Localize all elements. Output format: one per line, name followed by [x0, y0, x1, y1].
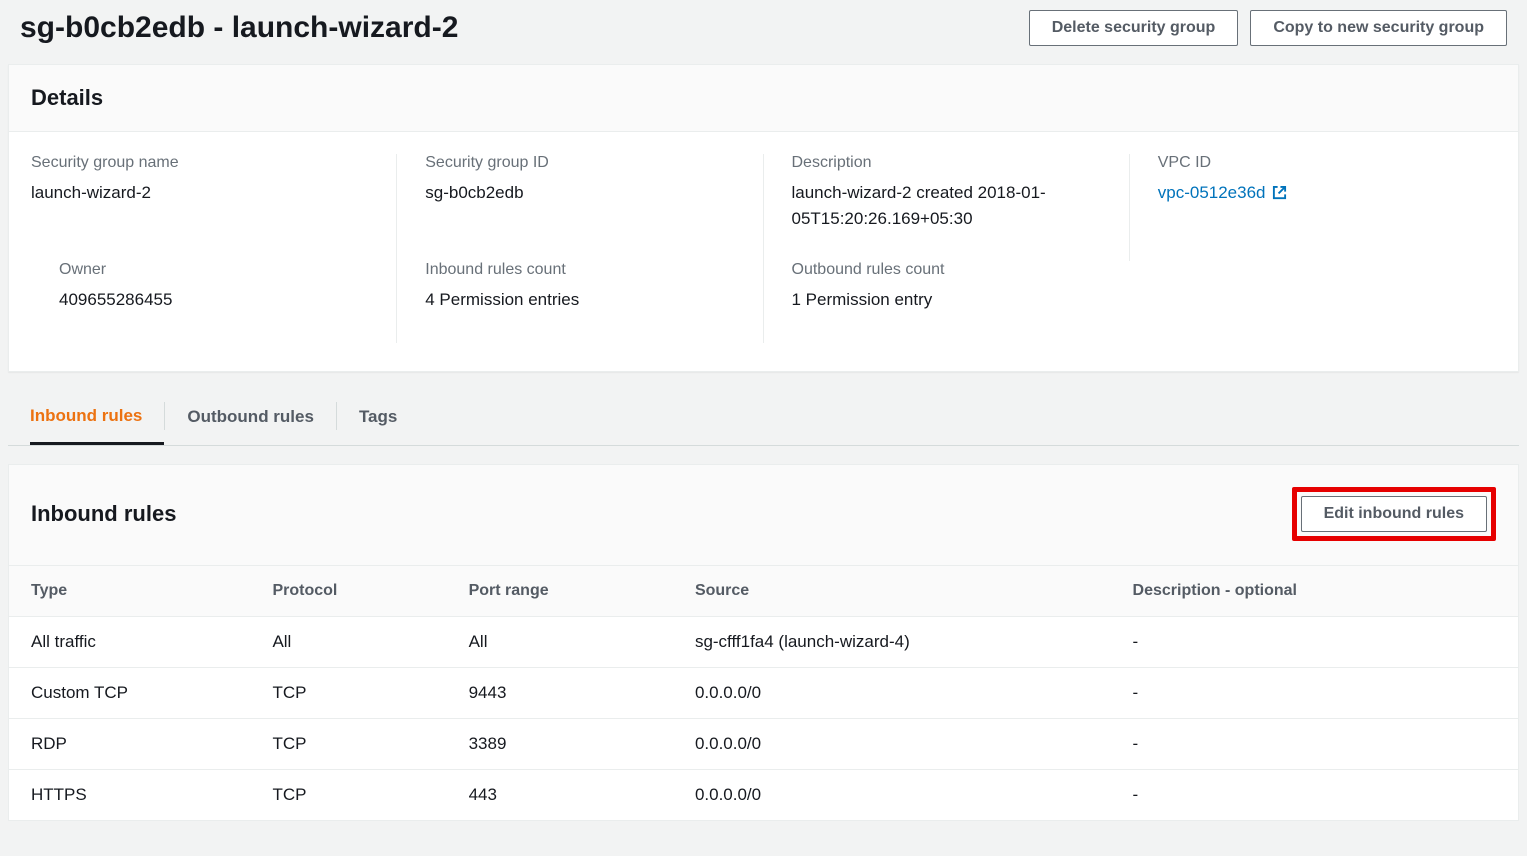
col-port: Port range — [447, 566, 673, 617]
vpc-link-text: vpc-0512e36d — [1158, 180, 1266, 206]
page-title: sg-b0cb2edb - launch-wizard-2 — [20, 11, 458, 45]
detail-value-description: launch-wizard-2 created 2018-01-05T15:20… — [792, 180, 1109, 231]
detail-label: Description — [792, 154, 1109, 172]
edit-inbound-highlight: Edit inbound rules — [1292, 487, 1496, 541]
detail-label: Owner — [59, 261, 376, 279]
cell-type: All traffic — [9, 616, 250, 667]
detail-value-inbound-count: 4 Permission entries — [425, 287, 742, 313]
copy-security-group-button[interactable]: Copy to new security group — [1250, 10, 1507, 46]
cell-port: 9443 — [447, 667, 673, 718]
cell-desc: - — [1111, 667, 1518, 718]
cell-port: 3389 — [447, 718, 673, 769]
inbound-rules-title: Inbound rules — [31, 501, 176, 527]
cell-protocol: TCP — [250, 769, 446, 820]
col-source: Source — [673, 566, 1111, 617]
cell-protocol: All — [250, 616, 446, 667]
tab-inbound-rules[interactable]: Inbound rules — [30, 388, 164, 445]
details-panel: Details Security group name launch-wizar… — [8, 64, 1519, 372]
cell-protocol: TCP — [250, 667, 446, 718]
tab-outbound-rules[interactable]: Outbound rules — [187, 389, 336, 443]
cell-type: Custom TCP — [9, 667, 250, 718]
tab-tags[interactable]: Tags — [359, 389, 419, 443]
cell-source: 0.0.0.0/0 — [673, 667, 1111, 718]
col-description: Description - optional — [1111, 566, 1518, 617]
cell-desc: - — [1111, 769, 1518, 820]
tab-separator — [164, 402, 165, 430]
cell-desc: - — [1111, 616, 1518, 667]
cell-source: sg-cfff1fa4 (launch-wizard-4) — [673, 616, 1111, 667]
inbound-rules-table: Type Protocol Port range Source Descript… — [9, 566, 1518, 820]
delete-security-group-button[interactable]: Delete security group — [1029, 10, 1239, 46]
col-type: Type — [9, 566, 250, 617]
cell-source: 0.0.0.0/0 — [673, 718, 1111, 769]
detail-label: Security group name — [31, 154, 376, 172]
table-row: Custom TCPTCP94430.0.0.0/0- — [9, 667, 1518, 718]
table-row: RDPTCP33890.0.0.0/0- — [9, 718, 1518, 769]
col-protocol: Protocol — [250, 566, 446, 617]
external-link-icon — [1272, 185, 1287, 200]
cell-protocol: TCP — [250, 718, 446, 769]
details-title: Details — [31, 85, 1496, 111]
cell-source: 0.0.0.0/0 — [673, 769, 1111, 820]
vpc-link[interactable]: vpc-0512e36d — [1158, 180, 1287, 206]
table-row: HTTPSTCP4430.0.0.0/0- — [9, 769, 1518, 820]
page-header: sg-b0cb2edb - launch-wizard-2 Delete sec… — [0, 0, 1527, 64]
detail-label: Inbound rules count — [425, 261, 742, 279]
cell-type: RDP — [9, 718, 250, 769]
edit-inbound-rules-button[interactable]: Edit inbound rules — [1301, 496, 1487, 532]
cell-port: 443 — [447, 769, 673, 820]
inbound-rules-panel: Inbound rules Edit inbound rules Type Pr… — [8, 464, 1519, 821]
detail-label: Security group ID — [425, 154, 742, 172]
detail-value-owner: 409655286455 — [59, 287, 376, 313]
detail-value-outbound-count: 1 Permission entry — [792, 287, 1110, 313]
cell-port: All — [447, 616, 673, 667]
cell-type: HTTPS — [9, 769, 250, 820]
table-row: All trafficAllAllsg-cfff1fa4 (launch-wiz… — [9, 616, 1518, 667]
detail-value-sg-name: launch-wizard-2 — [31, 180, 376, 206]
tabs: Inbound rules Outbound rules Tags — [8, 388, 1519, 446]
detail-label: Outbound rules count — [792, 261, 1110, 279]
tab-separator — [336, 402, 337, 430]
detail-label: VPC ID — [1158, 154, 1476, 172]
cell-desc: - — [1111, 718, 1518, 769]
detail-value-sg-id: sg-b0cb2edb — [425, 180, 742, 206]
